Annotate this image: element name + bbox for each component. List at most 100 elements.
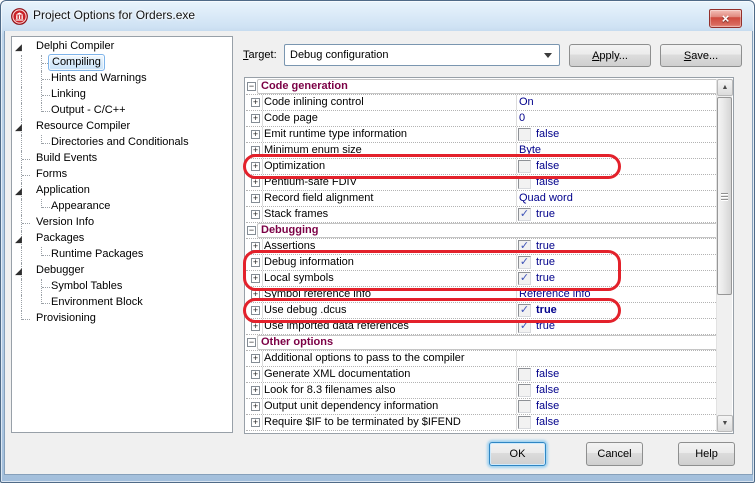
- tree-item-environment-block[interactable]: Environment Block: [12, 295, 232, 311]
- title-bar[interactable]: Project Options for Orders.exe ×: [1, 1, 754, 31]
- section-debugging[interactable]: −Debugging: [246, 223, 718, 239]
- expand-icon[interactable]: +: [251, 354, 260, 363]
- checkbox-local-symbols[interactable]: ✓: [518, 272, 531, 285]
- close-button[interactable]: ×: [709, 9, 742, 28]
- tree-item-application[interactable]: ◢ Application: [12, 183, 232, 199]
- expand-icon[interactable]: +: [251, 130, 260, 139]
- expand-icon[interactable]: +: [251, 386, 260, 395]
- property-value[interactable]: false: [536, 176, 559, 189]
- expanded-node-icon[interactable]: ◢: [15, 41, 22, 53]
- scroll-down-button[interactable]: ▼: [717, 415, 733, 432]
- cancel-button[interactable]: Cancel: [586, 442, 643, 466]
- expand-icon[interactable]: +: [251, 418, 260, 427]
- tree-item-label[interactable]: Forms: [33, 167, 70, 182]
- property-value[interactable]: Reference info: [519, 288, 591, 301]
- property-row-local-symbols[interactable]: +Local symbols✓true: [246, 271, 718, 287]
- apply-button[interactable]: Apply...: [569, 44, 651, 67]
- expanded-node-icon[interactable]: ◢: [15, 185, 22, 197]
- checkbox-look-for-8-3-filenames-also[interactable]: [518, 384, 531, 397]
- save-button[interactable]: Save...: [660, 44, 742, 67]
- tree-item-label[interactable]: Build Events: [33, 151, 100, 166]
- tree-item-delphi-compiler[interactable]: ◢ Delphi Compiler: [12, 39, 232, 55]
- scrollbar-track[interactable]: [717, 96, 733, 415]
- tree-item-compiling[interactable]: Compiling: [12, 55, 232, 71]
- property-value[interactable]: false: [536, 416, 559, 429]
- property-row-pentium-safe-fdiv[interactable]: +Pentium-safe FDIVfalse: [246, 175, 718, 191]
- checkbox-optimization[interactable]: [518, 160, 531, 173]
- checkbox-debug-information[interactable]: ✓: [518, 256, 531, 269]
- tree-item-output-c-c[interactable]: Output - C/C++: [12, 103, 232, 119]
- scroll-up-button[interactable]: ▲: [717, 79, 733, 96]
- tree-item-label[interactable]: Directories and Conditionals: [48, 135, 192, 150]
- options-tree[interactable]: ◢ Delphi CompilerCompilingHints and Warni…: [11, 36, 233, 433]
- property-value[interactable]: true: [536, 256, 555, 269]
- tree-item-symbol-tables[interactable]: Symbol Tables: [12, 279, 232, 295]
- tree-item-label[interactable]: Version Info: [33, 215, 97, 230]
- tree-item-label[interactable]: Appearance: [48, 199, 113, 214]
- property-value[interactable]: false: [536, 128, 559, 141]
- property-value[interactable]: Quad word: [519, 192, 573, 205]
- property-row-use-debug-dcus[interactable]: +Use debug .dcus✓true: [246, 303, 718, 319]
- expand-icon[interactable]: +: [251, 98, 260, 107]
- tree-item-label[interactable]: Resource Compiler: [33, 119, 133, 134]
- property-value[interactable]: true: [536, 320, 555, 333]
- expand-icon[interactable]: +: [251, 274, 260, 283]
- property-row-use-imported-data-references[interactable]: +Use imported data references✓true: [246, 319, 718, 335]
- collapse-icon[interactable]: −: [247, 82, 256, 91]
- tree-item-debugger[interactable]: ◢Debugger: [12, 263, 232, 279]
- checkbox-pentium-safe-fdiv[interactable]: [518, 176, 531, 189]
- tree-item-appearance[interactable]: Appearance: [12, 199, 232, 215]
- expand-icon[interactable]: +: [251, 322, 260, 331]
- property-row-stack-frames[interactable]: +Stack frames✓true: [246, 207, 718, 223]
- property-row-additional-options-to-pass-to-the-compiler[interactable]: +Additional options to pass to the compi…: [246, 351, 718, 367]
- expand-icon[interactable]: +: [251, 258, 260, 267]
- tree-item-label[interactable]: Symbol Tables: [48, 279, 125, 294]
- tree-item-packages[interactable]: ◢Packages: [12, 231, 232, 247]
- expand-icon[interactable]: +: [251, 242, 260, 251]
- tree-item-forms[interactable]: Forms: [12, 167, 232, 183]
- property-row-minimum-enum-size[interactable]: +Minimum enum sizeByte: [246, 143, 718, 159]
- tree-item-directories-and-conditionals[interactable]: Directories and Conditionals: [12, 135, 232, 151]
- checkbox-use-imported-data-references[interactable]: ✓: [518, 320, 531, 333]
- tree-item-provisioning[interactable]: Provisioning: [12, 311, 232, 327]
- property-value[interactable]: true: [536, 208, 555, 221]
- expand-icon[interactable]: +: [251, 178, 260, 187]
- property-row-debug-information[interactable]: +Debug information✓true: [246, 255, 718, 271]
- expand-icon[interactable]: +: [251, 210, 260, 219]
- tree-item-version-info[interactable]: Version Info: [12, 215, 232, 231]
- tree-item-label[interactable]: Hints and Warnings: [48, 71, 150, 86]
- property-row-optimization[interactable]: +Optimizationfalse: [246, 159, 718, 175]
- property-row-code-page[interactable]: +Code page0: [246, 111, 718, 127]
- tree-item-label[interactable]: Packages: [33, 231, 87, 246]
- target-combobox[interactable]: Debug configuration: [284, 44, 560, 66]
- expand-icon[interactable]: +: [251, 370, 260, 379]
- tree-item-label[interactable]: Environment Block: [48, 295, 146, 310]
- expand-icon[interactable]: +: [251, 114, 260, 123]
- collapse-icon[interactable]: −: [247, 226, 256, 235]
- tree-item-label[interactable]: Delphi Compiler: [33, 39, 117, 54]
- property-value[interactable]: false: [536, 400, 559, 413]
- tree-item-label[interactable]: Provisioning: [33, 311, 99, 326]
- checkbox-require-if-to-be-terminated-by-ifend[interactable]: [518, 416, 531, 429]
- property-row-output-unit-dependency-information[interactable]: +Output unit dependency informationfalse: [246, 399, 718, 415]
- tree-item-runtime-packages[interactable]: Runtime Packages: [12, 247, 232, 263]
- tree-item-build-events[interactable]: Build Events: [12, 151, 232, 167]
- tree-item-hints-and-warnings[interactable]: Hints and Warnings: [12, 71, 232, 87]
- tree-item-linking[interactable]: Linking: [12, 87, 232, 103]
- property-value[interactable]: true: [536, 240, 555, 253]
- checkbox-output-unit-dependency-information[interactable]: [518, 400, 531, 413]
- tree-item-label[interactable]: Application: [33, 183, 93, 198]
- expand-icon[interactable]: +: [251, 290, 260, 299]
- property-value[interactable]: false: [536, 384, 559, 397]
- tree-item-label[interactable]: Runtime Packages: [48, 247, 146, 262]
- checkbox-generate-xml-documentation[interactable]: [518, 368, 531, 381]
- property-value[interactable]: Byte: [519, 144, 541, 157]
- tree-item-label[interactable]: Compiling: [48, 54, 105, 71]
- checkbox-assertions[interactable]: ✓: [518, 240, 531, 253]
- expand-icon[interactable]: +: [251, 306, 260, 315]
- expanded-node-icon[interactable]: ◢: [15, 121, 22, 133]
- expand-icon[interactable]: +: [251, 402, 260, 411]
- property-value[interactable]: false: [536, 160, 559, 173]
- property-row-record-field-alignment[interactable]: +Record field alignmentQuad word: [246, 191, 718, 207]
- property-row-assertions[interactable]: +Assertions✓true: [246, 239, 718, 255]
